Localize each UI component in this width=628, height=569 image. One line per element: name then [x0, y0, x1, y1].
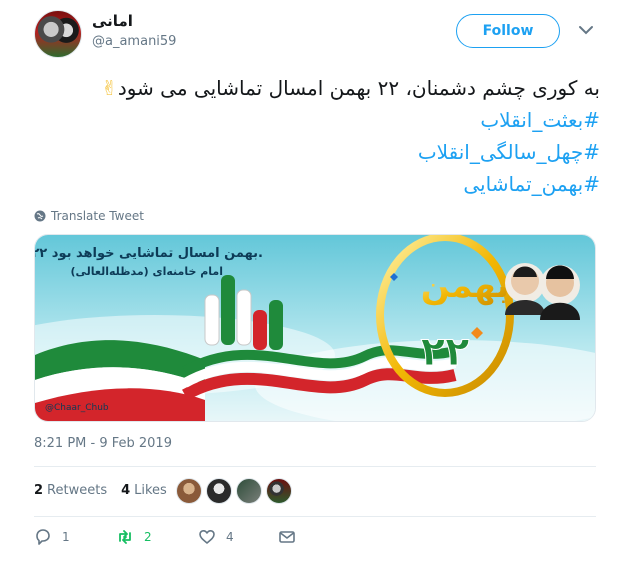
direct-message-button[interactable] — [278, 528, 296, 546]
retweet-count: 2 — [144, 530, 152, 544]
tweet-text: به کوری چشم دشمنان، ۲۲ بهمن امسال تماشای… — [34, 72, 600, 200]
retweets-stat[interactable]: 2 Retweets — [34, 483, 107, 498]
tweet-line-1: به کوری چشم دشمنان، ۲۲ بهمن امسال تماشای… — [34, 72, 600, 104]
like-count: 4 — [226, 530, 234, 544]
like-button[interactable]: 4 — [198, 528, 278, 546]
retweet-icon — [119, 530, 131, 544]
divider — [34, 516, 596, 517]
number-graphic-text: ۲۲ — [421, 329, 470, 375]
likes-label: Likes — [134, 483, 167, 498]
likes-count: 4 — [121, 483, 131, 498]
liker-avatar[interactable] — [236, 478, 262, 504]
hashtag-link[interactable]: #چهل_سالگی_انقلاب — [34, 136, 600, 168]
hashtag-link[interactable]: #بعثت_انقلاب — [34, 104, 600, 136]
retweet-button[interactable]: 2 — [116, 528, 198, 546]
media-watermark: @Chaar_Chub — [45, 403, 109, 413]
tweet-stats: 2 Retweets 4 Likes — [34, 483, 181, 498]
liker-avatars — [176, 478, 292, 504]
chevron-down-icon[interactable] — [578, 24, 594, 36]
victory-hand-emoji: ✌ — [101, 76, 118, 100]
reply-icon — [36, 529, 50, 545]
tweet-timestamp[interactable]: 8:21 PM - 9 Feb 2019 — [34, 436, 172, 451]
author-name[interactable]: امانی — [92, 12, 133, 30]
heart-icon — [199, 530, 215, 544]
media-headline: ۲۲ بهمن امسال تماشایی خواهد بود. — [35, 246, 263, 261]
author-handle[interactable]: @a_amani59 — [92, 34, 176, 49]
message-icon — [279, 531, 295, 543]
translate-tweet-link[interactable]: Translate Tweet — [34, 209, 144, 223]
tweet-media-image[interactable]: بهمن ۲۲ ۲۲ بهمن امسال تماشایی خواهد بود.… — [34, 234, 596, 422]
translate-label: Translate Tweet — [51, 209, 144, 223]
globe-icon — [34, 210, 46, 222]
media-attribution: امام خامنه‌ای (مدظله‌العالی) — [70, 265, 223, 278]
hashtag-link[interactable]: #بهمن_تماشایی — [34, 168, 600, 200]
reply-count: 1 — [62, 530, 70, 544]
retweets-label: Retweets — [47, 483, 108, 498]
follow-button[interactable]: Follow — [456, 14, 560, 48]
divider — [34, 466, 596, 467]
likes-stat[interactable]: 4 Likes — [121, 483, 167, 498]
author-avatar[interactable] — [34, 10, 82, 58]
bahman-graphic-text: بهمن — [421, 266, 510, 306]
liker-avatar[interactable] — [176, 478, 202, 504]
tweet-actions: 1 2 4 — [34, 528, 296, 546]
tweet-body: به کوری چشم دشمنان، ۲۲ بهمن امسال تماشای… — [117, 76, 600, 100]
retweets-count: 2 — [34, 483, 44, 498]
reply-button[interactable]: 1 — [34, 528, 116, 546]
liker-avatar[interactable] — [266, 478, 292, 504]
liker-avatar[interactable] — [206, 478, 232, 504]
